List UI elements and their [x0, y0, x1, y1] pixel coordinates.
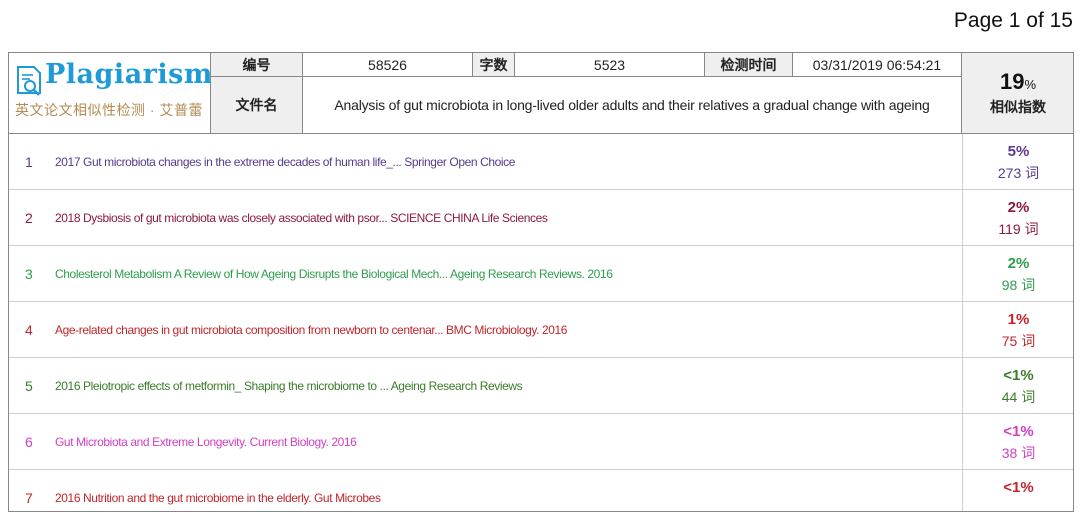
result-rank: 1 — [25, 154, 33, 170]
result-rank: 6 — [25, 434, 33, 450]
document-search-icon — [17, 66, 41, 96]
result-percent: <1% — [1003, 479, 1034, 496]
result-title[interactable]: Cholesterol Metabolism A Review of How A… — [55, 267, 613, 281]
result-rank: 4 — [25, 322, 33, 338]
result-percent: <1% — [1003, 367, 1034, 384]
file-name-value: Analysis of gut microbiota in long-lived… — [303, 77, 962, 133]
result-row[interactable]: 6 Gut Microbiota and Extreme Longevity. C… — [9, 414, 1073, 470]
word-count-label: 字数 — [473, 53, 515, 77]
score-unit: % — [1024, 77, 1037, 92]
result-words: 38 词 — [1001, 445, 1036, 461]
result-metric: <1% — [962, 470, 1073, 511]
result-title[interactable]: 2018 Dysbiosis of gut microbiota was clo… — [55, 211, 548, 225]
result-metric: <1% 44 词 — [962, 358, 1073, 414]
result-row[interactable]: 4 Age-related changes in gut microbiota c… — [9, 302, 1073, 358]
result-metric: 2% 98 词 — [962, 246, 1073, 302]
result-rank: 7 — [25, 490, 33, 506]
result-metric: 2% 119 词 — [962, 190, 1073, 246]
result-title[interactable]: 2017 Gut microbiota changes in the extre… — [55, 155, 515, 169]
result-row[interactable]: 1 2017 Gut microbiota changes in the extr… — [9, 134, 1073, 190]
result-metric: 1% 75 词 — [962, 302, 1073, 358]
result-row[interactable]: 7 2016 Nutrition and the gut microbiome i… — [9, 470, 1073, 511]
file-name-label: 文件名 — [211, 77, 303, 133]
report-header: Plagiarism 英文论文相似性检测 · 艾普蕾 编号 58526 字数 5… — [9, 53, 1073, 134]
id-label: 编号 — [211, 53, 303, 77]
similarity-score-label: 相似指数 — [990, 99, 1046, 115]
result-percent: 2% — [1007, 199, 1030, 216]
check-time-label: 检测时间 — [705, 53, 793, 77]
result-row[interactable]: 5 2016 Pleiotropic effects of metformin_ … — [9, 358, 1073, 414]
result-title[interactable]: Gut Microbiota and Extreme Longevity. Cu… — [55, 435, 357, 449]
similarity-score: 19% 相似指数 — [962, 53, 1073, 133]
result-percent: <1% — [1003, 423, 1034, 440]
id-value: 58526 — [303, 53, 473, 77]
result-words: 98 词 — [1001, 277, 1036, 293]
result-rank: 3 — [25, 266, 33, 282]
result-words: 273 词 — [997, 165, 1040, 181]
result-row[interactable]: 2 2018 Dysbiosis of gut microbiota was cl… — [9, 190, 1073, 246]
check-time-value: 03/31/2019 06:54:21 — [793, 53, 962, 77]
logo-subtitle: 英文论文相似性检测 · 艾普蕾 — [15, 102, 203, 118]
page-number: Page 1 of 15 — [953, 9, 1073, 32]
result-metric: 5% 273 词 — [962, 134, 1073, 190]
result-title[interactable]: Age-related changes in gut microbiota co… — [55, 323, 567, 337]
result-words: 75 词 — [1001, 333, 1036, 349]
result-words: 44 词 — [1001, 389, 1036, 405]
similarity-score-value: 19% — [962, 69, 1073, 95]
result-rank: 5 — [25, 378, 33, 394]
result-words: 119 词 — [998, 221, 1039, 237]
report-sheet: Plagiarism 英文论文相似性检测 · 艾普蕾 编号 58526 字数 5… — [8, 52, 1074, 512]
score-number: 19 — [999, 69, 1025, 94]
result-percent: 5% — [1007, 143, 1030, 160]
logo-title: Plagiarism — [45, 59, 213, 90]
word-count-value: 5523 — [515, 53, 705, 77]
result-metric: <1% 38 词 — [962, 414, 1073, 470]
results-list: 1 2017 Gut microbiota changes in the extr… — [9, 134, 1073, 511]
result-percent: 1% — [1007, 311, 1030, 328]
result-title[interactable]: 2016 Pleiotropic effects of metformin_ S… — [55, 379, 523, 393]
result-percent: 2% — [1007, 255, 1030, 272]
logo: Plagiarism 英文论文相似性检测 · 艾普蕾 — [9, 53, 213, 133]
result-row[interactable]: 3 Cholesterol Metabolism A Review of How … — [9, 246, 1073, 302]
result-title[interactable]: 2016 Nutrition and the gut microbiome in… — [55, 491, 381, 505]
result-rank: 2 — [25, 210, 33, 226]
